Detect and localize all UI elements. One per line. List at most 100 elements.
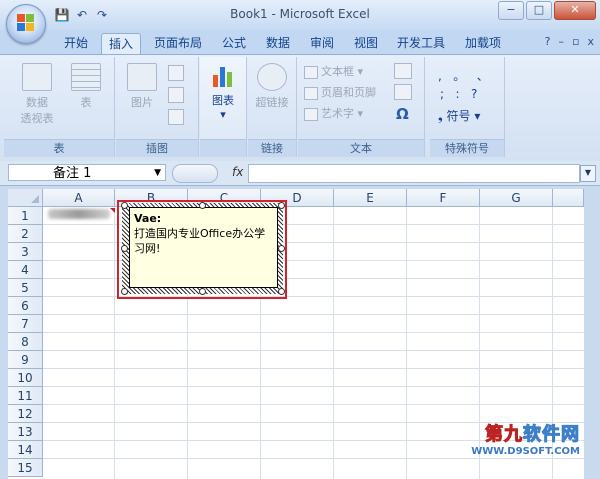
table-button[interactable]: 表 — [66, 63, 106, 110]
column-header-a[interactable]: A — [43, 189, 115, 207]
close-button[interactable]: ✕ — [554, 1, 596, 20]
ribbon-window-controls: ? – ▫ x — [545, 35, 594, 48]
row-header-13[interactable]: 13 — [8, 423, 43, 441]
group-label-charts — [200, 139, 246, 157]
resize-handle[interactable] — [121, 288, 128, 295]
row-header-2[interactable]: 2 — [8, 225, 43, 243]
redo-icon[interactable]: ↷ — [94, 7, 110, 23]
row-header-1[interactable]: 1 — [8, 207, 43, 225]
resize-handle[interactable] — [121, 245, 128, 252]
tab-view[interactable]: 视图 — [346, 33, 386, 54]
resize-handle[interactable] — [199, 202, 206, 209]
cell-a1-blurred[interactable] — [48, 209, 110, 219]
symbol-button[interactable]: ❟ 符号 ▾ — [438, 107, 480, 124]
bar-chart-icon — [211, 63, 235, 89]
resize-handle[interactable] — [278, 288, 285, 295]
title-bar: Book1 - Microsoft Excel 💾 ↶ ↷ − □ ✕ — [0, 0, 600, 30]
wordart-button[interactable]: 艺术字 ▾ — [304, 105, 363, 123]
pivot-table-icon — [22, 63, 52, 91]
comment-box[interactable]: Vae: 打造国内专业Office办公学习网! — [129, 207, 278, 288]
undo-icon[interactable]: ↶ — [74, 7, 90, 23]
object-icon[interactable] — [394, 84, 412, 100]
column-header-g[interactable]: G — [480, 189, 553, 207]
row-header-4[interactable]: 4 — [8, 261, 43, 279]
resize-handle[interactable] — [199, 288, 206, 295]
header-footer-button[interactable]: 页眉和页脚 — [304, 84, 376, 102]
group-illustrations: 图片 插图 — [116, 57, 199, 157]
expand-formula-icon[interactable]: ▼ — [580, 165, 596, 182]
minimize-button[interactable]: − — [498, 1, 524, 20]
ribbon-tabs: 开始 插入 页面布局 公式 数据 审阅 视图 开发工具 加载项 ? – ▫ x — [0, 30, 600, 55]
row-header-3[interactable]: 3 — [8, 243, 43, 261]
select-all-button[interactable] — [8, 189, 43, 207]
row-header-7[interactable]: 7 — [8, 315, 43, 333]
row-header-8[interactable]: 8 — [8, 333, 43, 351]
pivot-table-button[interactable]: 数据 透视表 — [12, 63, 62, 126]
formula-bar: 备注 1 ▼ fx ▼ — [0, 161, 600, 186]
office-button[interactable] — [6, 4, 46, 44]
resize-handle[interactable] — [121, 202, 128, 209]
tab-review[interactable]: 审阅 — [302, 33, 342, 54]
office-logo-icon — [17, 14, 35, 32]
row-header-9[interactable]: 9 — [8, 351, 43, 369]
insert-function-icon[interactable]: fx — [232, 165, 243, 179]
row-header-12[interactable]: 12 — [8, 405, 43, 423]
resize-handle[interactable] — [278, 245, 285, 252]
tab-page-layout[interactable]: 页面布局 — [146, 33, 210, 54]
tab-addins[interactable]: 加载项 — [458, 33, 508, 54]
ribbon-close-icon[interactable]: x — [587, 35, 594, 48]
symbols-row-1[interactable]: , 。 、 — [438, 67, 489, 84]
group-charts: 图表 ▾ — [200, 57, 247, 157]
watermark-brand-b: 软件网 — [523, 424, 580, 446]
resize-handle[interactable] — [278, 202, 285, 209]
textbox-button[interactable]: 文本框 ▾ — [304, 63, 363, 81]
help-icon[interactable]: ? — [545, 35, 551, 48]
tab-developer[interactable]: 开发工具 — [390, 33, 452, 54]
tab-insert[interactable]: 插入 — [101, 33, 141, 55]
row-header-15[interactable]: 15 — [8, 459, 43, 477]
table-icon — [71, 63, 101, 91]
watermark-url: WWW.D9SOFT.COM — [471, 446, 580, 457]
shapes-icon[interactable] — [168, 87, 184, 103]
formula-input[interactable] — [248, 164, 580, 183]
group-label-tables: 表 — [4, 139, 114, 157]
hyperlink-button[interactable]: 超链接 — [250, 63, 294, 110]
picture-button[interactable]: 图片 — [122, 63, 162, 110]
tab-formulas[interactable]: 公式 — [214, 33, 254, 54]
ribbon-minimize-icon[interactable]: – — [559, 35, 565, 48]
watermark: 第九软件网 WWW.D9SOFT.COM — [471, 420, 580, 458]
name-box[interactable]: 备注 1 ▼ — [8, 164, 166, 181]
tab-home[interactable]: 开始 — [56, 33, 96, 54]
comment-author: Vae: — [134, 212, 162, 225]
row-header-14[interactable]: 14 — [8, 441, 43, 459]
formula-cancel-enter[interactable] — [172, 164, 218, 183]
group-label-links: 链接 — [248, 139, 296, 157]
tab-data[interactable]: 数据 — [258, 33, 298, 54]
chevron-down-icon[interactable]: ▼ — [154, 165, 161, 182]
watermark-brand-a: 第九 — [485, 424, 523, 446]
comment-indicator-icon — [110, 208, 115, 213]
group-special-symbols: , 。 、 ; : ? ❟ 符号 ▾ 特殊符号 — [430, 57, 505, 157]
column-header-f[interactable]: F — [407, 189, 480, 207]
clipart-icon[interactable] — [168, 65, 184, 81]
row-header-10[interactable]: 10 — [8, 369, 43, 387]
group-text: 文本框 ▾ 页眉和页脚 艺术字 ▾ Ω 文本 — [298, 57, 425, 157]
signature-icon[interactable] — [394, 63, 412, 79]
column-header-h[interactable] — [553, 189, 584, 207]
row-header-5[interactable]: 5 — [8, 279, 43, 297]
maximize-button[interactable]: □ — [526, 1, 552, 20]
globe-icon — [257, 63, 287, 91]
row-header-6[interactable]: 6 — [8, 297, 43, 315]
chart-button[interactable]: 图表 ▾ — [204, 63, 242, 121]
ribbon-restore-icon[interactable]: ▫ — [572, 35, 579, 48]
comment-text: 打造国内专业Office办公学习网! — [134, 227, 266, 255]
window-controls: − □ ✕ — [498, 1, 596, 20]
smartart-icon[interactable] — [168, 109, 184, 125]
picture-icon — [127, 63, 157, 91]
save-icon[interactable]: 💾 — [54, 7, 70, 23]
column-header-e[interactable]: E — [334, 189, 407, 207]
group-label-illustrations: 插图 — [116, 139, 198, 157]
row-header-11[interactable]: 11 — [8, 387, 43, 405]
symbols-row-2[interactable]: ; : ? — [440, 87, 477, 101]
omega-symbol-icon[interactable]: Ω — [396, 105, 409, 123]
